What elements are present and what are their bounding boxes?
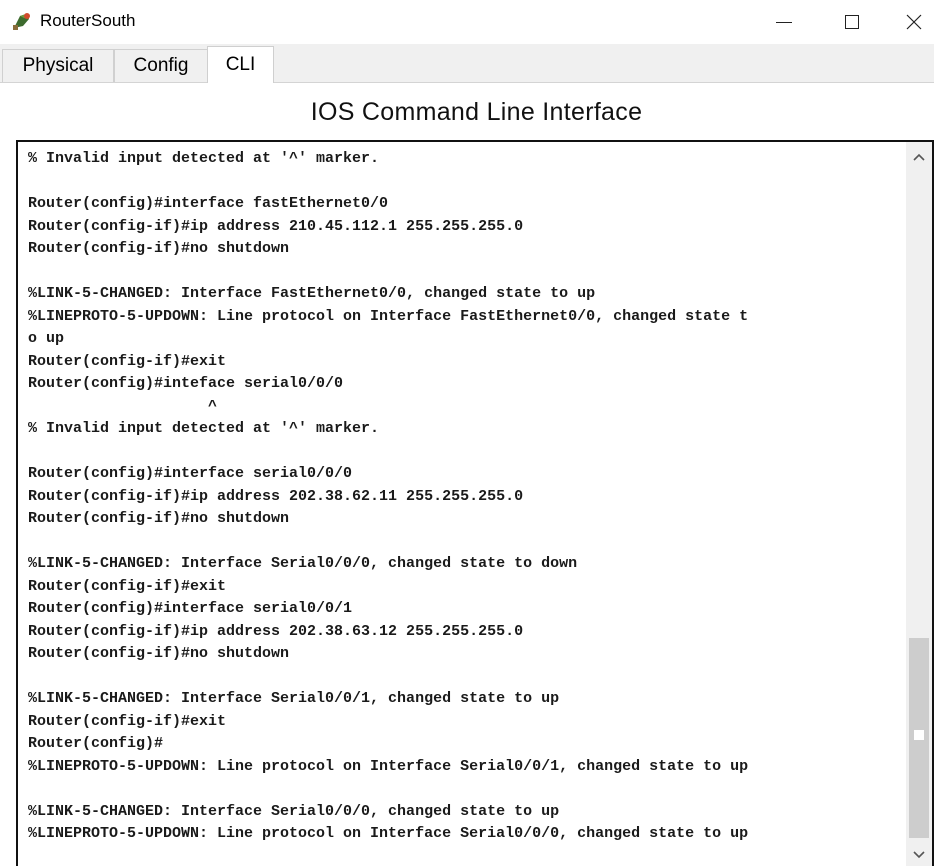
console-line: %LINK-5-CHANGED: Interface Serial0/0/0, … — [28, 555, 578, 572]
scroll-thumb-grip — [914, 730, 924, 740]
console-line: o up — [28, 330, 65, 347]
scroll-up-button[interactable] — [906, 144, 932, 170]
close-button[interactable] — [893, 0, 934, 44]
minimize-button[interactable] — [754, 0, 814, 44]
chevron-down-icon — [913, 851, 925, 859]
console-line: Router(config-if)#exit — [28, 577, 227, 595]
console-output[interactable]: % Invalid input detected at '^' marker. R… — [28, 148, 908, 846]
console-line: Router(config-if)#ip address 202.38.63.1… — [28, 622, 524, 640]
scroll-down-button[interactable] — [906, 842, 932, 866]
console-line: Router(config)#interface serial0/0/0 — [28, 465, 353, 482]
console-line: Router(config-if)#ip address 210.45.112.… — [28, 217, 524, 235]
console-line: Router(config-if)#ip address 202.38.62.1… — [28, 487, 524, 505]
console-line: ^ — [28, 397, 218, 415]
console-line: %LINEPROTO-5-UPDOWN: Line protocol on In… — [28, 825, 749, 842]
console-line: %LINK-5-CHANGED: Interface Serial0/0/0, … — [28, 802, 560, 820]
close-icon — [906, 14, 921, 30]
console-line: %LINEPROTO-5-UPDOWN: Line protocol on In… — [28, 307, 749, 325]
console-line: Router(config)# — [28, 735, 164, 752]
console-line: Router(config)#interface fastEthernet0/0 — [28, 195, 389, 212]
vertical-scrollbar[interactable] — [906, 142, 932, 866]
maximize-button[interactable] — [822, 0, 882, 44]
console-line: % Invalid input detected at '^' marker. — [28, 420, 380, 437]
console-line: Router(config)#interface serial0/0/1 — [28, 600, 353, 617]
scroll-thumb[interactable] — [909, 638, 929, 838]
console-line: Router(config-if)#no shutdown — [28, 645, 290, 662]
tab-physical[interactable]: Physical — [2, 49, 114, 82]
console-line: Router(config-if)#exit — [28, 712, 227, 730]
cli-terminal[interactable]: % Invalid input detected at '^' marker. R… — [16, 140, 934, 866]
console-line: %LINK-5-CHANGED: Interface FastEthernet0… — [28, 285, 596, 302]
tab-bar: Physical Config CLI — [0, 44, 934, 83]
window-title: RouterSouth — [40, 11, 136, 30]
tab-config[interactable]: Config — [114, 49, 208, 82]
tab-cli[interactable]: CLI — [207, 46, 274, 83]
console-line: Router(config-if)#exit — [28, 352, 227, 370]
title-bar: RouterSouth — [0, 0, 934, 44]
minimize-icon — [776, 21, 792, 23]
chevron-up-icon — [913, 153, 925, 161]
router-app-icon — [13, 13, 30, 30]
maximize-icon — [845, 15, 859, 29]
console-line: % Invalid input detected at '^' marker. — [28, 150, 380, 167]
console-line: Router(config)#inteface serial0/0/0 — [28, 375, 344, 392]
console-line: %LINK-5-CHANGED: Interface Serial0/0/1, … — [28, 690, 560, 707]
console-line: %LINEPROTO-5-UPDOWN: Line protocol on In… — [28, 757, 749, 775]
console-line: Router(config-if)#no shutdown — [28, 510, 290, 527]
page-title: IOS Command Line Interface — [310, 98, 643, 126]
console-line: Router(config-if)#no shutdown — [28, 240, 290, 257]
